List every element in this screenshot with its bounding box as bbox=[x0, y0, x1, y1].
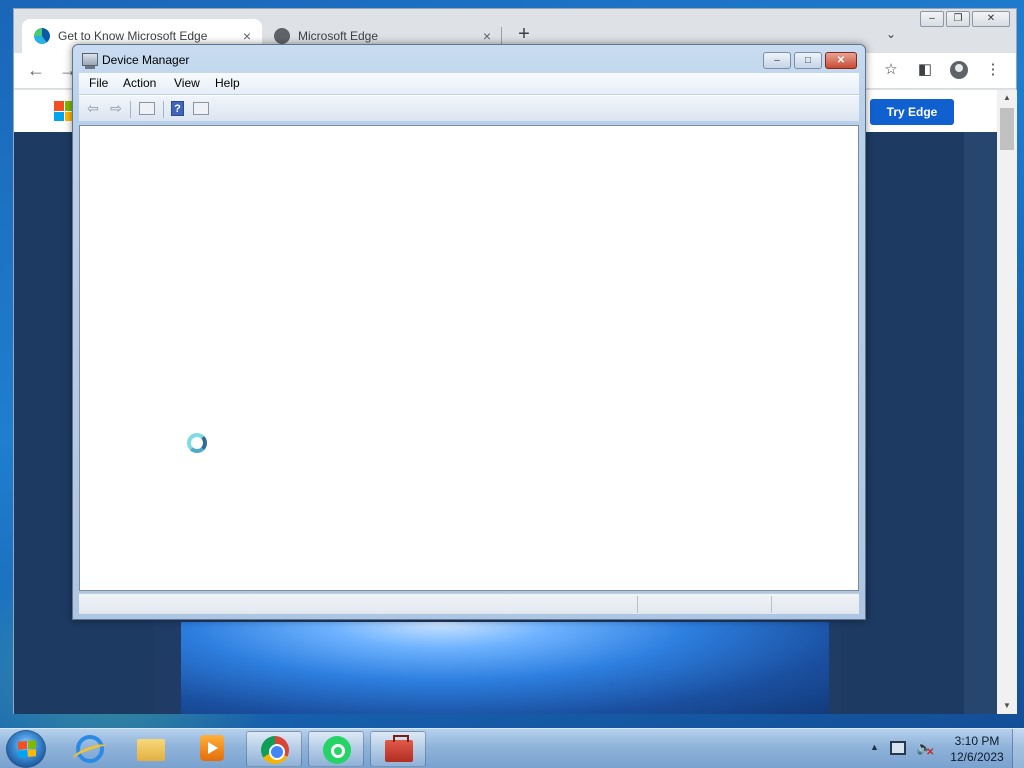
more-menu-icon[interactable]: ⋮ bbox=[984, 61, 1002, 79]
page-scrollbar[interactable]: ▲ ▼ bbox=[997, 90, 1017, 714]
tab-close-icon[interactable]: × bbox=[238, 28, 256, 44]
taskbar-chrome[interactable] bbox=[246, 731, 302, 767]
toolbox-icon bbox=[385, 735, 413, 762]
hero-side-panel bbox=[964, 132, 997, 714]
show-desktop-button[interactable] bbox=[1012, 729, 1024, 768]
taskbar-whatsapp[interactable] bbox=[308, 731, 364, 767]
device-tree-pane[interactable] bbox=[79, 125, 859, 591]
menu-file[interactable]: File bbox=[89, 76, 108, 90]
taskbar-internet-explorer[interactable] bbox=[62, 731, 118, 767]
toolbar-separator bbox=[130, 101, 131, 118]
tab-close-icon[interactable]: × bbox=[478, 28, 496, 44]
edge-favicon-icon bbox=[34, 28, 50, 44]
scroll-down-arrow-icon[interactable]: ▼ bbox=[997, 698, 1017, 714]
browser-restore-button[interactable]: ❐ bbox=[946, 11, 970, 27]
browser-minimize-button[interactable]: – bbox=[920, 11, 944, 27]
toolbar-separator bbox=[163, 101, 164, 118]
globe-favicon-icon bbox=[274, 28, 290, 44]
help-icon[interactable]: ? bbox=[171, 101, 184, 116]
clock-date: 12/6/2023 bbox=[950, 750, 1004, 764]
browser-close-button[interactable]: ✕ bbox=[972, 11, 1010, 27]
tab-title: Microsoft Edge bbox=[298, 29, 379, 43]
window-controls: – □ ✕ bbox=[763, 52, 857, 69]
start-button[interactable] bbox=[6, 730, 46, 768]
system-tray: ▲ 🔈 ✕ 3:10 PM 12/6/2023 bbox=[866, 729, 1024, 768]
show-hide-console-tree-icon[interactable] bbox=[139, 102, 155, 115]
folder-icon bbox=[137, 739, 165, 761]
profile-icon[interactable] bbox=[950, 61, 968, 79]
hero-wallpaper-image bbox=[181, 622, 829, 714]
taskbar-media-player[interactable] bbox=[184, 731, 240, 767]
status-separator bbox=[771, 596, 772, 613]
menu-bar: File Action View Help bbox=[79, 73, 859, 94]
minimize-button[interactable]: – bbox=[763, 52, 791, 69]
clock-time: 3:10 PM bbox=[954, 734, 1000, 748]
try-edge-button[interactable]: Try Edge bbox=[870, 99, 954, 125]
scroll-thumb[interactable] bbox=[1000, 108, 1014, 150]
network-icon[interactable] bbox=[890, 741, 906, 755]
menu-action[interactable]: Action bbox=[123, 76, 156, 90]
windows-logo-icon bbox=[18, 740, 36, 758]
menu-view[interactable]: View bbox=[174, 76, 200, 90]
toolbar-right-icons: ☆ ◧ ⋮ bbox=[882, 61, 1002, 79]
computer-icon bbox=[82, 53, 98, 69]
device-manager-toolbar: ⇦ ⇨ ? bbox=[79, 95, 859, 121]
back-icon[interactable]: ⇦ bbox=[84, 101, 102, 117]
close-button[interactable]: ✕ bbox=[825, 52, 857, 69]
status-bar bbox=[79, 593, 859, 614]
device-manager-window: Device Manager – □ ✕ File Action View He… bbox=[72, 44, 866, 620]
tab-search-chevron-down-icon[interactable]: ⌄ bbox=[886, 27, 896, 41]
star-icon[interactable]: ☆ bbox=[882, 61, 900, 79]
browser-window-controls: – ❐ ✕ bbox=[920, 11, 1010, 27]
scroll-up-arrow-icon[interactable]: ▲ bbox=[997, 90, 1017, 106]
side-panel-icon[interactable]: ◧ bbox=[916, 61, 934, 79]
taskbar-windows-explorer[interactable] bbox=[123, 731, 179, 767]
tab-separator bbox=[501, 27, 502, 45]
clock[interactable]: 3:10 PM 12/6/2023 bbox=[946, 733, 1008, 765]
taskbar-device-manager[interactable] bbox=[370, 731, 426, 767]
menu-help[interactable]: Help bbox=[215, 76, 240, 90]
media-player-icon bbox=[200, 735, 224, 761]
properties-icon[interactable] bbox=[193, 102, 209, 115]
device-manager-titlebar[interactable]: Device Manager – □ ✕ bbox=[73, 45, 865, 73]
tab-title: Get to Know Microsoft Edge bbox=[58, 29, 208, 43]
status-separator bbox=[637, 596, 638, 613]
window-title: Device Manager bbox=[102, 53, 190, 67]
loading-spinner-icon bbox=[187, 433, 207, 453]
show-hidden-icons-arrow-icon[interactable]: ▲ bbox=[870, 742, 879, 752]
forward-icon[interactable]: ⇨ bbox=[107, 101, 125, 117]
mute-x-icon: ✕ bbox=[926, 747, 935, 758]
whatsapp-icon bbox=[323, 736, 351, 764]
back-arrow-icon[interactable]: ← bbox=[24, 59, 48, 83]
taskbar: ▲ 🔈 ✕ 3:10 PM 12/6/2023 bbox=[0, 728, 1024, 768]
maximize-button[interactable]: □ bbox=[794, 52, 822, 69]
internet-explorer-icon bbox=[76, 735, 104, 763]
microsoft-logo-icon[interactable] bbox=[54, 101, 74, 121]
chrome-icon bbox=[261, 736, 289, 764]
